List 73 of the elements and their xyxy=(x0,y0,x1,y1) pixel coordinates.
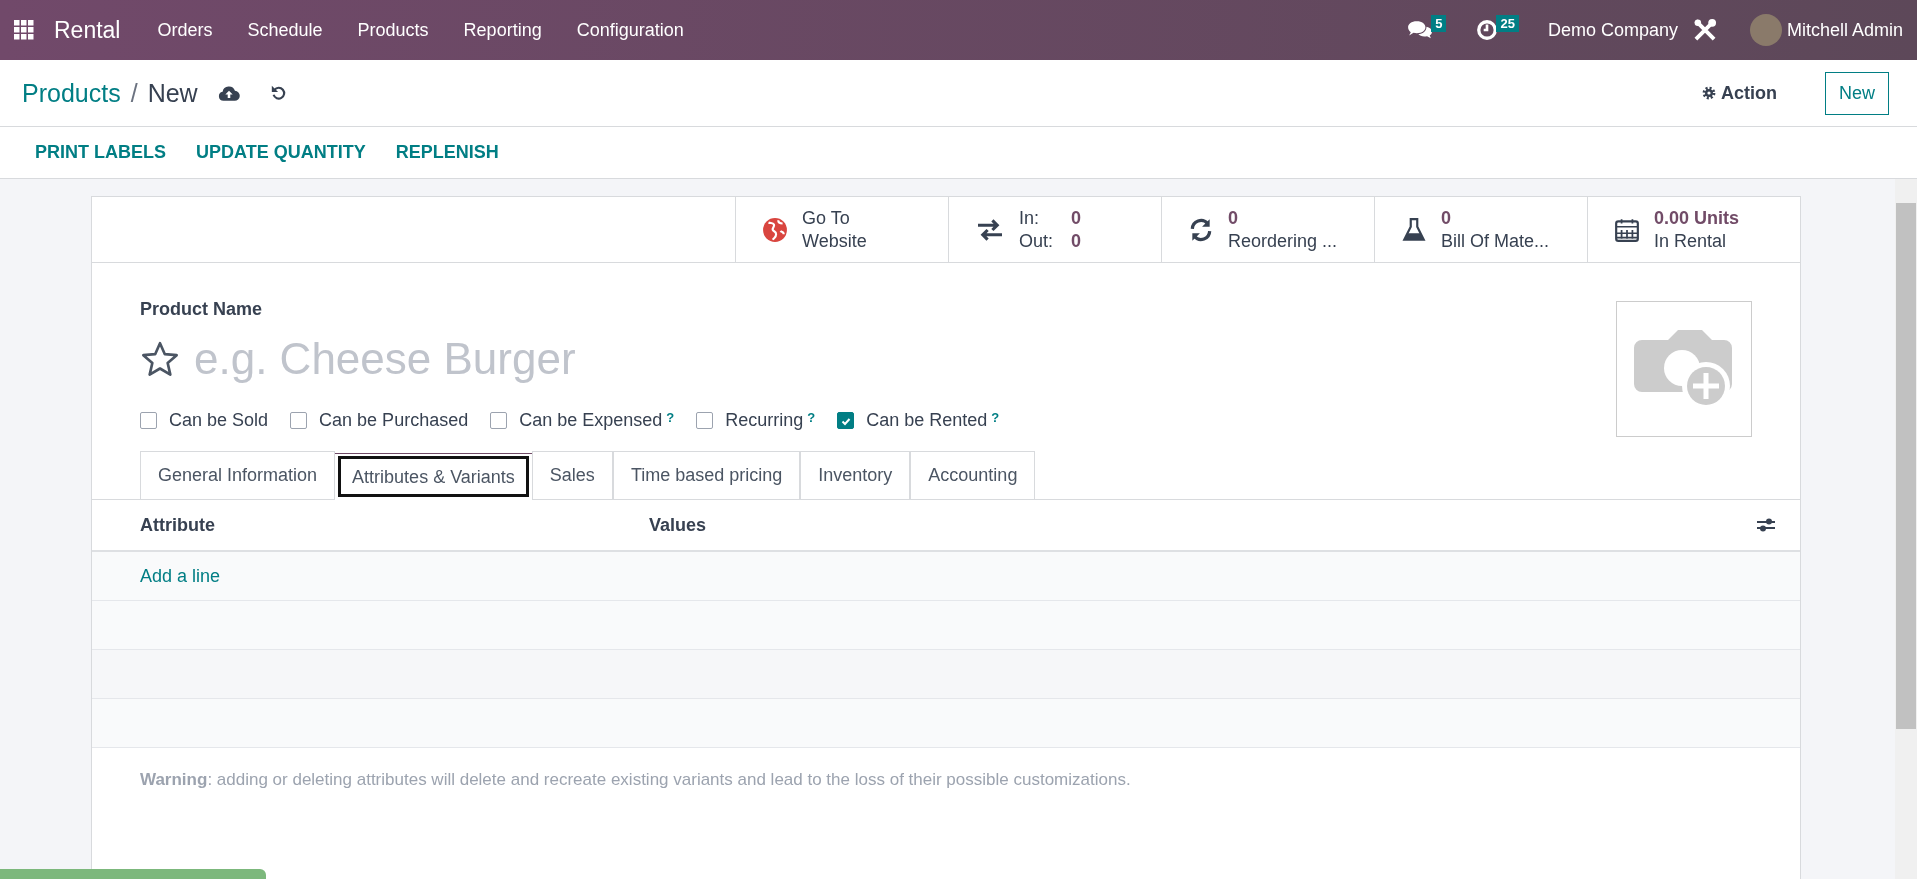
app-grid-icon[interactable] xyxy=(14,20,34,40)
column-settings-icon[interactable] xyxy=(1756,517,1776,533)
tab[interactable]: Sales xyxy=(531,451,613,499)
app-name[interactable]: Rental xyxy=(54,16,121,44)
checkbox-label: Can be Purchased xyxy=(319,410,469,431)
menu-item[interactable]: Reporting xyxy=(446,19,560,41)
tab[interactable]: Time based pricing xyxy=(612,451,801,499)
breadcrumb-separator: / xyxy=(130,78,138,108)
stat-value: 0 xyxy=(1071,206,1081,230)
help-tooltip-mark[interactable]: ? xyxy=(807,410,816,425)
stat-label: In Rental xyxy=(1654,229,1728,253)
checkbox-label: Can be Expensed xyxy=(519,410,663,431)
new-button[interactable]: New xyxy=(1825,71,1889,115)
toolbar-button[interactable]: PRINT LABELS xyxy=(20,142,181,163)
exchange-arrows-icon xyxy=(975,217,1005,242)
stat-label: Bill Of Mate... xyxy=(1441,229,1550,253)
refresh-icon xyxy=(1188,216,1214,243)
tab[interactable]: General Information xyxy=(140,451,336,499)
checkbox[interactable] xyxy=(290,412,308,429)
smart-button-label: Website xyxy=(802,229,867,253)
calendar-icon xyxy=(1614,216,1640,243)
smart-button[interactable]: 0 Bill Of Mate... xyxy=(1374,197,1587,262)
checkbox-label: Can be Sold xyxy=(169,410,269,431)
breadcrumb-current: New xyxy=(147,78,198,108)
warning-text: Warning: adding or deleting attributes will delete and recreate existing variants and lead to the loss of their possible customizations. xyxy=(139,769,1132,791)
checkbox[interactable] xyxy=(490,412,508,429)
chat-icon[interactable] xyxy=(1407,19,1434,41)
stat-value: 0.00 Units xyxy=(1654,206,1740,230)
smart-button-label: Go To xyxy=(802,206,851,230)
checkbox-label: Can be Rented xyxy=(866,410,988,431)
stat-value: 0 xyxy=(1228,206,1239,230)
company-name[interactable]: Demo Company xyxy=(1530,19,1692,41)
stat-value: 0 xyxy=(1071,229,1081,253)
flask-icon xyxy=(1401,216,1427,243)
checkbox[interactable] xyxy=(140,412,157,429)
checkbox-label: Recurring xyxy=(725,410,804,431)
undo-icon[interactable] xyxy=(269,84,288,102)
stat-value: 0 xyxy=(1441,206,1452,230)
tab[interactable]: Attributes & Variants xyxy=(335,453,532,500)
user-name[interactable]: Mitchell Admin xyxy=(1781,19,1903,41)
toolbar-button[interactable]: REPLENISH xyxy=(380,142,514,163)
breadcrumb-link[interactable]: Products xyxy=(22,78,121,108)
cloud-upload-icon[interactable] xyxy=(217,84,240,102)
add-line-link[interactable]: Add a line xyxy=(140,565,221,587)
field-label: Product Name xyxy=(140,299,264,320)
smart-button[interactable]: Go To Website xyxy=(735,197,948,262)
menu-item[interactable]: Schedule xyxy=(230,19,341,41)
checkbox[interactable] xyxy=(696,412,714,429)
scrollbar[interactable] xyxy=(1895,179,1917,879)
action-menu-button[interactable]: Action xyxy=(1701,82,1777,104)
help-tooltip-mark[interactable]: ? xyxy=(991,410,1000,425)
stat-label: Reordering ... xyxy=(1228,229,1338,253)
star-icon[interactable] xyxy=(140,339,180,379)
menu-item[interactable]: Configuration xyxy=(559,19,702,41)
smart-button[interactable]: 0.00 Units In Rental xyxy=(1587,197,1800,262)
checkbox[interactable] xyxy=(837,412,855,429)
column-header: Values xyxy=(649,514,707,536)
clock-icon[interactable] xyxy=(1476,19,1499,41)
stat-label: Out: xyxy=(1019,229,1054,253)
toolbar-button[interactable]: UPDATE QUANTITY xyxy=(181,142,381,163)
stat-label: In: xyxy=(1019,206,1040,230)
help-tooltip-mark[interactable]: ? xyxy=(666,410,675,425)
tab[interactable]: Inventory xyxy=(800,451,911,499)
gear-icon xyxy=(1701,85,1717,101)
menu-item[interactable]: Products xyxy=(340,19,447,41)
activity-count-badge: 25 xyxy=(1496,14,1519,32)
globe-icon xyxy=(762,216,788,243)
column-header: Attribute xyxy=(140,514,216,536)
menu-item[interactable]: Orders xyxy=(140,19,231,41)
smart-button[interactable]: In: 0 Out: 0 xyxy=(948,197,1161,262)
tab[interactable]: Accounting xyxy=(910,451,1036,499)
smart-button[interactable]: 0 Reordering ... xyxy=(1161,197,1374,262)
message-count-badge: 5 xyxy=(1431,14,1447,32)
